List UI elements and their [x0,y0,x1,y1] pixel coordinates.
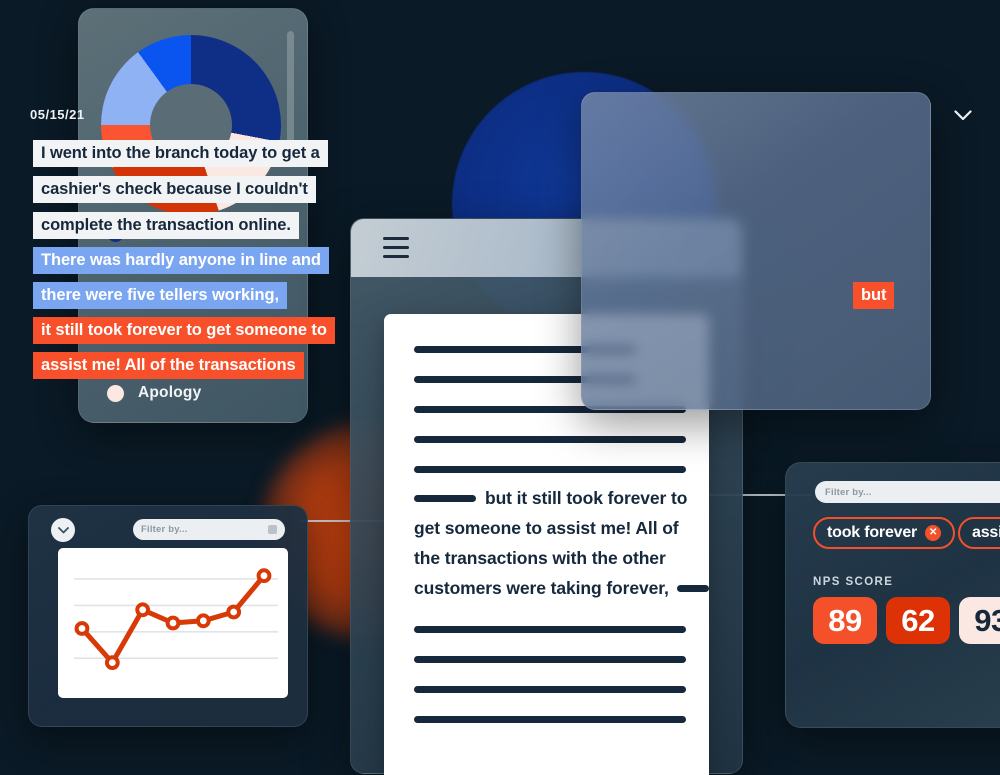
transcript-line-but: but [853,282,895,309]
close-icon[interactable]: ✕ [925,525,942,541]
transcript-line: cashier's check because I couldn't [33,176,316,203]
document-text: the transactions with the other [414,548,666,568]
nps-filter-input[interactable]: Filter by... [815,481,1000,503]
legend-item[interactable]: Apology [107,377,292,409]
document-text: customers were taking forever, [414,578,669,598]
transcript-panel [581,92,931,410]
transcript-line: complete the transaction online. [33,212,299,239]
chip-label: assist [972,524,1000,541]
transcript-line: it still took forever to get someone to [33,317,335,344]
redaction-bar [414,686,686,693]
nps-score-tile: 93 [959,597,1000,644]
transcript-line-text: but [861,286,887,304]
nps-score-tile: 89 [813,597,877,644]
chip-label: took forever [827,524,918,541]
nps-score-value: 93 [974,602,1000,638]
filter-placeholder: Filter by... [141,524,188,535]
data-point[interactable] [74,621,90,636]
data-point[interactable] [165,615,181,631]
inline-redaction-bar [676,585,709,592]
line-chart [58,548,288,698]
transcript-line: There was hardly anyone in line and [33,247,329,274]
nps-score-label: NPS SCORE [813,576,894,588]
filter-chip-took-forever[interactable]: took forever ✕ [813,517,956,549]
data-point[interactable] [104,655,120,670]
transcript-line-text: cashier's check because I couldn't [41,180,308,198]
collapse-button[interactable] [51,518,75,542]
transcript-line-text: there were five tellers working, [41,286,279,304]
transcript-date: 05/15/21 [30,107,85,122]
redaction-bar [414,436,686,443]
data-point[interactable] [256,568,272,584]
chevron-down-icon[interactable] [954,108,972,121]
transcript-line-text: There was hardly anyone in line and [41,251,321,269]
legend-color-dot [107,384,124,402]
inline-redaction-bar [414,495,476,502]
nps-score-value: 62 [901,602,935,638]
document-text: but it still took forever to [485,488,688,508]
document-text-line: customers were taking forever, [414,578,709,599]
chevron-down-icon [57,526,69,533]
filter-icon[interactable] [268,525,277,534]
transcript-line: there were five tellers working, [33,282,287,309]
hamburger-icon[interactable] [383,237,409,258]
filter-input[interactable]: Filter by... [133,519,285,540]
data-point[interactable] [135,602,151,618]
transcript-line-text: I went into the branch today to get a [41,144,320,162]
transcript-line-text: it still took forever to get someone to [41,321,327,339]
legend-item-label: Apology [138,384,202,401]
redaction-bar [414,466,686,473]
transcript-line: I went into the branch today to get a [33,140,328,167]
filter-chip-assist[interactable]: assist [958,517,1000,549]
redaction-bar [414,716,686,723]
document-text-line: get someone to assist me! All of [414,518,686,539]
transcript-line: assist me! All of the transactions [33,352,304,379]
scene: FriendlinessSpeedTellerHelpfulnessTransa… [0,0,1000,775]
document-text-line: the transactions with the other [414,548,686,569]
nps-score-value: 89 [828,602,862,638]
document-text: get someone to assist me! All of [414,518,679,538]
data-point[interactable] [195,613,211,629]
filter-placeholder: Filter by... [825,486,872,498]
data-point[interactable] [226,604,242,620]
transcript-line-text: assist me! All of the transactions [41,356,296,374]
redaction-bar [414,656,686,663]
legend: FriendlinessSpeedTellerHelpfulnessTransa… [107,217,292,409]
redaction-bar [414,626,686,633]
transcript-line-text: complete the transaction online. [41,216,291,234]
document-text-line: but it still took forever to [414,488,688,509]
nps-score-tile: 62 [886,597,950,644]
